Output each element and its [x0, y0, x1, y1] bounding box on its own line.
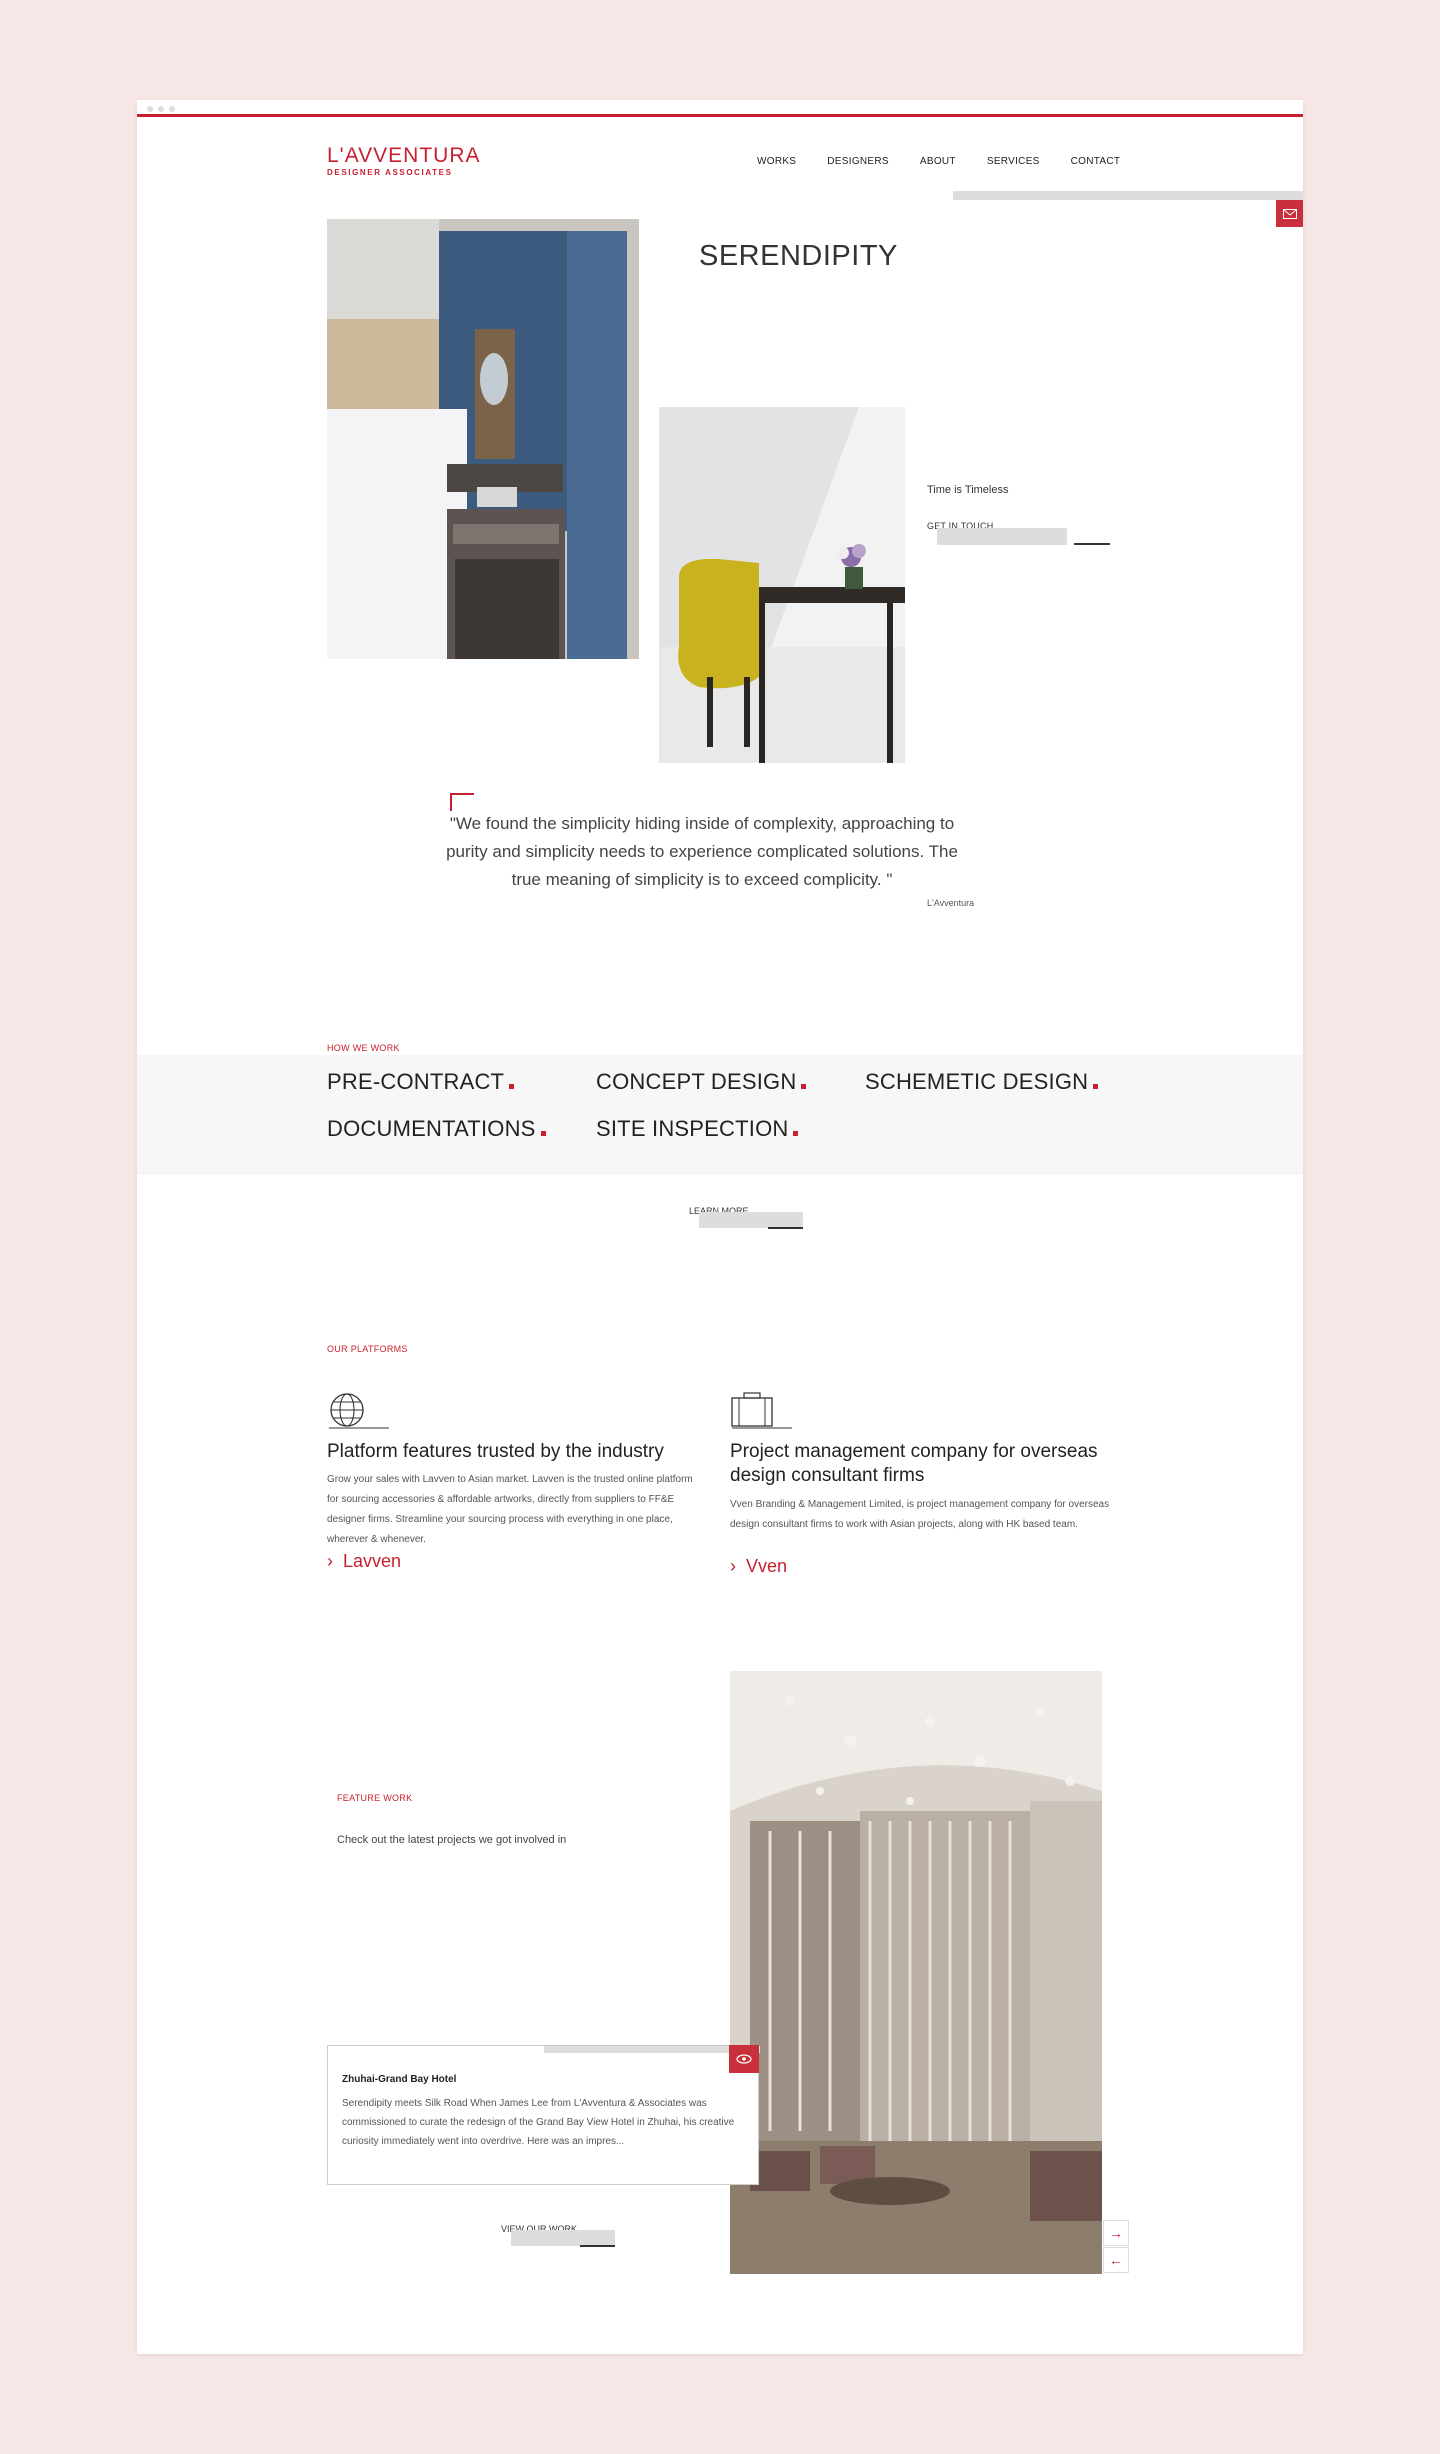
feature-work-label: FEATURE WORK — [337, 1793, 413, 1803]
window-dot — [158, 106, 164, 112]
platforms-label: OUR PLATFORMS — [327, 1344, 408, 1354]
nav-item-works[interactable]: WORKS — [757, 156, 796, 167]
platform-title-lavven: Platform features trusted by the industr… — [327, 1441, 664, 1462]
window-dot — [147, 106, 153, 112]
feature-work-description: Check out the latest projects we got inv… — [337, 1834, 567, 1846]
chevron-right-icon: › — [730, 1556, 736, 1576]
quote-mark-icon — [450, 793, 474, 811]
nav-item-services[interactable]: SERVICES — [987, 156, 1040, 167]
quote-author: L'Avventura — [927, 898, 975, 908]
hero-tagline: Time is Timeless — [927, 484, 1009, 496]
lavven-link[interactable]: › Lavven — [327, 1551, 401, 1572]
briefcase-icon — [730, 1390, 794, 1435]
platform-desc-vven: Vven Branding & Management Limited, is p… — [730, 1499, 1110, 1530]
globe-icon — [327, 1390, 391, 1435]
hotel-lobby-image — [730, 1671, 1102, 2274]
how-we-work-label: HOW WE WORK — [327, 1043, 400, 1053]
nav-item-contact[interactable]: CONTACT — [1071, 156, 1121, 167]
how-we-work-band: PRE-CONTRACT CONCEPT DESIGN SCHEMETIC DE… — [137, 1055, 1303, 1175]
next-slide-button[interactable]: → — [1103, 2220, 1129, 2246]
nav-underline-bar — [953, 191, 1303, 200]
view-our-work-underline — [580, 2245, 615, 2247]
view-project-button[interactable] — [729, 2045, 759, 2073]
get-in-touch-underline — [1074, 543, 1110, 545]
chevron-right-icon: › — [327, 1551, 333, 1571]
nav-item-designers[interactable]: DESIGNERS — [827, 156, 889, 167]
project-card[interactable]: Zhuhai-Grand Bay Hotel Serendipity meets… — [327, 2045, 760, 2185]
work-item-documentations[interactable]: DOCUMENTATIONS — [327, 1116, 546, 1142]
quote-text: "We found the simplicity hiding inside o… — [446, 814, 958, 889]
brand-logo[interactable]: L'AVVENTURA — [327, 144, 481, 168]
nav-item-about[interactable]: ABOUT — [920, 156, 956, 167]
card-top-bar — [544, 2046, 760, 2053]
learn-more-bar — [699, 1212, 803, 1228]
main-nav: WORKS DESIGNERS ABOUT SERVICES CONTACT — [757, 156, 1120, 167]
browser-chrome — [137, 100, 1303, 117]
work-item-schemetic-design[interactable]: SCHEMETIC DESIGN — [865, 1069, 1099, 1095]
prev-slide-button[interactable]: ← — [1103, 2247, 1129, 2273]
brand-subtitle: DESIGNER ASSOCIATES — [327, 168, 453, 177]
platform-title-vven: Project management company for overseas … — [730, 1441, 1098, 1486]
window-dot — [169, 106, 175, 112]
work-item-pre-contract[interactable]: PRE-CONTRACT — [327, 1069, 515, 1095]
platform-desc-lavven: Grow your sales with Lavven to Asian mar… — [327, 1474, 693, 1545]
mail-icon — [1282, 208, 1297, 219]
bedroom-image — [327, 219, 639, 659]
browser-frame: L'AVVENTURA DESIGNER ASSOCIATES WORKS DE… — [137, 100, 1303, 2354]
get-in-touch-bar — [937, 528, 1067, 545]
vven-link[interactable]: › Vven — [730, 1556, 787, 1577]
learn-more-underline — [768, 1227, 803, 1229]
arrow-right-icon: → — [1109, 2225, 1123, 2241]
arrow-left-icon: ← — [1109, 2252, 1123, 2268]
work-item-site-inspection[interactable]: SITE INSPECTION — [596, 1116, 799, 1142]
chair-image — [659, 407, 905, 763]
view-our-work-bar — [511, 2230, 615, 2246]
mail-button[interactable] — [1276, 200, 1303, 227]
hero-title: SERENDIPITY — [699, 240, 898, 272]
project-title: Zhuhai-Grand Bay Hotel — [342, 2074, 457, 2085]
project-excerpt: Serendipity meets Silk Road When James L… — [342, 2098, 735, 2147]
eye-icon — [736, 2054, 752, 2064]
work-item-concept-design[interactable]: CONCEPT DESIGN — [596, 1069, 807, 1095]
